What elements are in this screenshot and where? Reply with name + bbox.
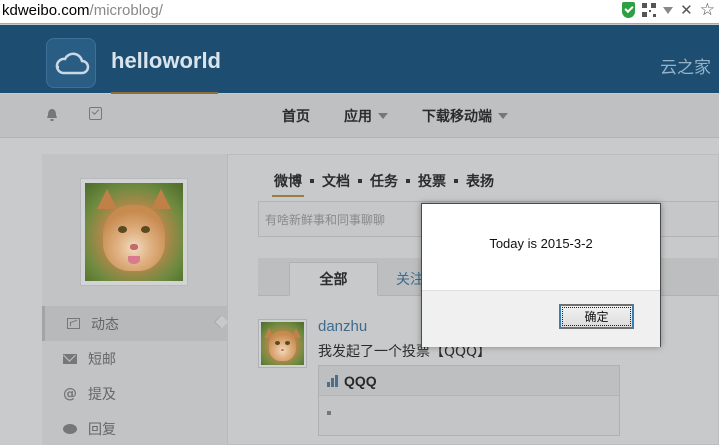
avatar[interactable] <box>80 178 188 286</box>
logo[interactable] <box>46 38 96 88</box>
post-author-name[interactable]: danzhu <box>318 318 367 335</box>
mail-icon <box>63 353 77 364</box>
tab-votes[interactable]: 投票 <box>418 171 446 191</box>
yunzhijia-link[interactable]: 云之家 <box>660 53 711 78</box>
cat-avatar-image <box>85 183 183 281</box>
bar-chart-icon <box>327 374 340 387</box>
feed-tab-all[interactable]: 全部 <box>289 262 378 296</box>
tab-tasks[interactable]: 任务 <box>370 171 398 191</box>
alert-footer: 确定 <box>422 290 660 347</box>
nav-home[interactable]: 首页 <box>282 106 310 126</box>
dropdown-arrow-icon[interactable] <box>663 6 674 14</box>
post-author-avatar[interactable] <box>258 319 307 368</box>
sidebar-item-activity[interactable]: 动态 <box>42 306 228 341</box>
vote-title: QQQ <box>344 372 377 389</box>
cloud-icon <box>55 52 90 75</box>
tab-documents[interactable]: 文档 <box>322 171 350 191</box>
close-icon[interactable]: ✕ <box>680 3 693 18</box>
url-path: /microblog/ <box>89 2 163 19</box>
sidebar-item-messages[interactable]: 短邮 <box>42 341 228 376</box>
sidebar-item-label: 短邮 <box>88 351 116 368</box>
separator-dot <box>358 179 362 183</box>
sidebar-item-label: 提及 <box>88 386 116 403</box>
vote-card[interactable]: QQQ <box>318 365 620 436</box>
feed-tab-all-label: 全部 <box>319 272 348 288</box>
alert-message: Today is 2015-3-2 <box>489 236 593 251</box>
feed-tab-following-label: 关注 <box>396 272 424 288</box>
shield-icon[interactable] <box>622 2 636 18</box>
ok-button[interactable]: 确定 <box>559 304 634 329</box>
nav-apps-label: 应用 <box>344 109 372 125</box>
nav-download-mobile[interactable]: 下载移动端 <box>422 106 508 126</box>
sidebar-item-label: 回复 <box>88 421 116 438</box>
separator-dot <box>454 179 458 183</box>
edit-icon[interactable] <box>89 107 102 120</box>
browser-address-bar[interactable]: kdweibo.com/microblog/ ✕ ☆ <box>0 0 719 24</box>
tab-weibo[interactable]: 微博 <box>274 171 302 191</box>
active-tab-indicator <box>272 195 304 197</box>
post-input-placeholder: 有啥新鲜事和同事聊聊 <box>265 213 386 227</box>
nav-apps[interactable]: 应用 <box>344 106 388 126</box>
url-field[interactable]: kdweibo.com/microblog/ <box>2 2 163 19</box>
star-icon[interactable]: ☆ <box>700 2 715 19</box>
cat-avatar-image <box>261 322 304 365</box>
nav-home-label: 首页 <box>282 109 310 125</box>
url-host: kdweibo.com <box>2 2 90 19</box>
site-header <box>0 25 719 93</box>
chat-icon <box>63 423 77 434</box>
separator-dot <box>310 179 314 183</box>
chart-icon <box>66 318 80 329</box>
separator-dot <box>406 179 410 183</box>
at-icon: @ <box>63 385 77 402</box>
brand-name[interactable]: helloworld <box>111 48 221 74</box>
chevron-down-icon <box>498 113 508 119</box>
tab-praise[interactable]: 表扬 <box>466 171 494 191</box>
vote-option-bullet <box>327 411 331 415</box>
sidebar-item-label: 动态 <box>91 316 119 333</box>
alert-dialog: Today is 2015-3-2 确定 <box>421 203 661 347</box>
sidebar-item-replies[interactable]: 回复 <box>42 411 228 445</box>
composer-tabs: 微博 文档 任务 投票 表扬 <box>274 171 494 191</box>
qr-code-icon[interactable] <box>642 3 657 17</box>
nav-download-label: 下载移动端 <box>422 109 492 125</box>
bell-icon[interactable] <box>46 108 58 122</box>
sidebar-item-mentions[interactable]: @ 提及 <box>42 376 228 411</box>
chevron-down-icon <box>378 113 388 119</box>
